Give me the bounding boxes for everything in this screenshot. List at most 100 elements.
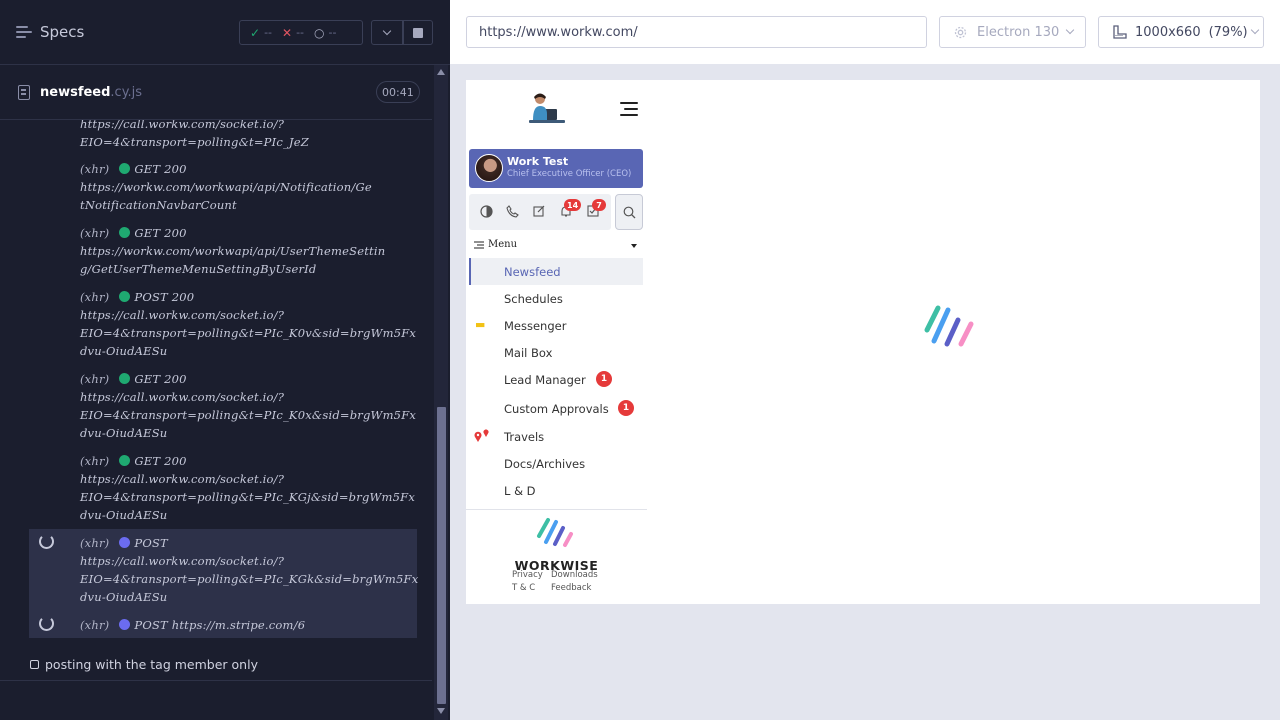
search-button[interactable] xyxy=(615,194,643,230)
nav-schedules[interactable]: Schedules xyxy=(469,285,643,312)
spinner-icon xyxy=(39,534,54,549)
spec-duration: 00:41 xyxy=(376,81,420,103)
profile-card[interactable]: Work Test Chief Executive Officer (CEO) xyxy=(469,149,643,188)
log-url: EIO=4&transport=polling&t=PIc_KGj&sid=br… xyxy=(80,490,416,504)
specs-list-icon[interactable] xyxy=(16,25,32,39)
log-url: dvu-OiudAESu xyxy=(80,344,168,358)
scroll-thumb[interactable] xyxy=(437,407,446,704)
specs-title[interactable]: Specs xyxy=(40,23,84,41)
browser-name: Electron 130 xyxy=(977,24,1060,40)
menu-list-icon xyxy=(474,241,484,249)
nav-label: Schedules xyxy=(504,291,563,306)
document-icon xyxy=(18,85,30,100)
terms-link[interactable]: T & C xyxy=(512,583,535,593)
log-entry[interactable]: (xhr) POST 200 https://call.workw.com/soc… xyxy=(80,288,416,360)
chat-bubble-icon: ▬ xyxy=(475,318,486,331)
app-preview-panel: https://www.workw.com/ Electron 130 1000… xyxy=(450,0,1280,720)
log-url: EIO=4&transport=polling&t=PIc_K0x&sid=br… xyxy=(80,408,417,422)
nav-docs-archives[interactable]: Docs/Archives xyxy=(469,450,643,477)
nav-lead-manager[interactable]: Lead Manager 1 xyxy=(469,366,643,393)
log-url: https://call.workw.com/socket.io/? xyxy=(80,120,285,131)
log-url: https://call.workw.com/socket.io/? xyxy=(80,472,285,486)
nav-label: Mail Box xyxy=(504,345,553,360)
viewport-selector[interactable]: 1000x660 (79%) xyxy=(1098,16,1264,48)
privacy-link[interactable]: Privacy xyxy=(512,570,543,580)
log-entry[interactable]: (xhr) GET 200 https://call.workw.com/sock… xyxy=(80,370,416,442)
test-title-row[interactable]: posting with the tag member only xyxy=(30,657,258,672)
status-dot-icon xyxy=(119,227,131,238)
task-badge: 7 xyxy=(592,199,606,211)
ruler-icon xyxy=(1113,25,1127,39)
url-bar[interactable]: https://www.workw.com/ xyxy=(466,16,927,48)
nav-messenger[interactable]: ▬ Messenger xyxy=(469,312,643,339)
collapse-button[interactable] xyxy=(371,20,403,45)
log-tag: (xhr) xyxy=(80,454,110,468)
log-url: https://workw.com/workwapi/api/Notificat… xyxy=(80,180,372,194)
theme-toggle-icon[interactable] xyxy=(480,205,493,218)
nav-mail-box[interactable]: Mail Box xyxy=(469,339,643,366)
stop-button[interactable] xyxy=(403,20,433,45)
profile-role: Chief Executive Officer (CEO) xyxy=(507,169,632,179)
command-log[interactable]: https://call.workw.com/socket.io/? EIO=4… xyxy=(0,120,432,640)
log-url: dvu-OiudAESu xyxy=(80,508,168,522)
test-status-icon xyxy=(30,660,39,669)
gear-icon xyxy=(954,26,967,38)
test-stats: ✓ -- ✕ -- ○ -- xyxy=(239,20,363,45)
check-icon: ✓ xyxy=(250,25,261,40)
passed-count: -- xyxy=(264,26,273,39)
avatar xyxy=(475,154,503,182)
nav-label: Custom Approvals xyxy=(504,401,609,416)
status-dot-icon xyxy=(119,163,131,174)
log-status: GET 200 xyxy=(134,226,187,240)
log-status: POST xyxy=(134,536,168,550)
log-entry[interactable]: (xhr) POST https://call.workw.com/socket.… xyxy=(80,534,418,606)
profile-name: Work Test xyxy=(507,155,569,168)
hamburger-menu-icon[interactable] xyxy=(620,102,638,104)
log-entry[interactable]: (xhr) GET 200 https://call.workw.com/sock… xyxy=(80,452,415,524)
failed-count: -- xyxy=(296,26,305,39)
log-url: g/GetUserThemeMenuSettingByUserId xyxy=(80,262,317,276)
app-frame: Work Test Chief Executive Officer (CEO) … xyxy=(466,80,1260,604)
viewport-zoom: (79%) xyxy=(1208,24,1248,40)
nav-custom-approvals[interactable]: Custom Approvals 1 xyxy=(469,395,643,422)
spec-file-row[interactable]: newsfeed .cy.js 00:41 xyxy=(0,66,432,120)
app-sidebar: Work Test Chief Executive Officer (CEO) … xyxy=(466,80,647,604)
test-title: posting with the tag member only xyxy=(45,657,258,672)
hamburger-line xyxy=(620,114,638,116)
pending-circle-icon: ○ xyxy=(314,25,325,40)
log-url: dvu-OiudAESu xyxy=(80,590,168,604)
runner-footer-divider xyxy=(0,680,432,681)
log-url: https://call.workw.com/socket.io/? xyxy=(80,554,285,568)
nav-label: Travels xyxy=(504,429,545,444)
log-entry[interactable]: (xhr) POST https://m.stripe.com/6 xyxy=(80,616,305,634)
chevron-down-icon xyxy=(1250,25,1259,35)
nav-l-and-d[interactable]: L & D xyxy=(469,477,643,504)
nav-travels[interactable]: Travels xyxy=(469,423,643,450)
feedback-link[interactable]: Feedback xyxy=(551,583,591,593)
log-entry[interactable]: (xhr) GET 200 https://workw.com/workwapi/… xyxy=(80,224,385,278)
edit-icon[interactable] xyxy=(533,205,545,217)
log-status: POST 200 xyxy=(134,290,195,304)
log-tag: (xhr) xyxy=(80,226,110,240)
app-logo-icon[interactable] xyxy=(525,92,569,126)
menu-heading[interactable]: Menu xyxy=(488,239,517,250)
caret-down-icon[interactable] xyxy=(631,244,637,248)
browser-selector[interactable]: Electron 130 xyxy=(939,16,1086,48)
phone-icon[interactable] xyxy=(506,205,519,218)
log-entry[interactable]: https://call.workw.com/socket.io/? EIO=4… xyxy=(80,120,309,151)
log-url: EIO=4&transport=polling&t=PIc_JeZ xyxy=(80,135,309,149)
spinner-icon xyxy=(39,616,54,631)
nav-label: Lead Manager xyxy=(504,372,586,387)
downloads-link[interactable]: Downloads xyxy=(551,570,598,580)
nav-label: Newsfeed xyxy=(504,264,561,279)
status-dot-icon xyxy=(119,619,131,630)
custom-approvals-badge: 1 xyxy=(618,400,634,416)
quick-actions-bar: 14 7 xyxy=(469,194,611,230)
nav-label: L & D xyxy=(504,483,536,498)
lead-manager-badge: 1 xyxy=(596,371,612,387)
scroll-up-icon[interactable] xyxy=(437,69,445,75)
nav-newsfeed[interactable]: Newsfeed xyxy=(469,258,643,285)
pending-count: -- xyxy=(328,26,337,39)
scroll-down-icon[interactable] xyxy=(437,708,445,714)
log-entry[interactable]: (xhr) GET 200 https://workw.com/workwapi/… xyxy=(80,160,372,214)
